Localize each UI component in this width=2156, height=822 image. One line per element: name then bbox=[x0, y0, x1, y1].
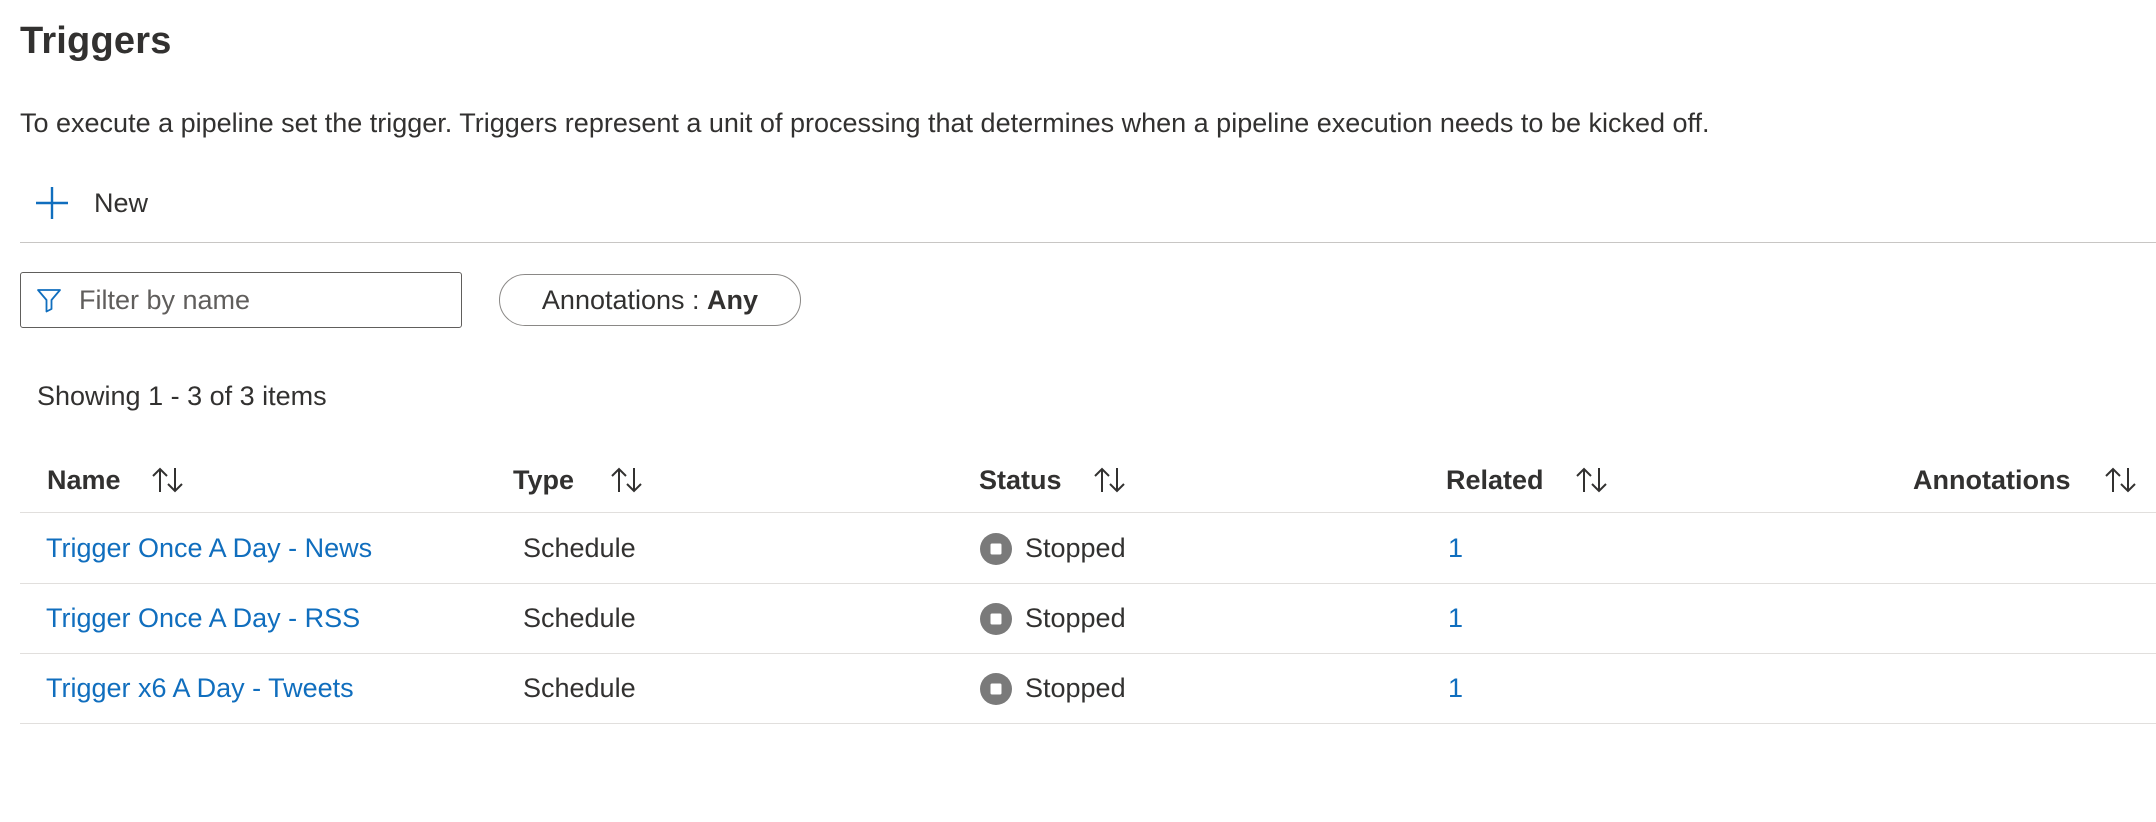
sort-icon bbox=[611, 467, 642, 493]
column-header-name[interactable]: Name bbox=[47, 448, 185, 512]
stopped-status-icon bbox=[980, 602, 1012, 635]
annotations-filter-label: Annotations : bbox=[541, 284, 708, 315]
table-row[interactable]: Trigger Once A Day - RSS Schedule Stoppe… bbox=[20, 584, 2156, 654]
new-trigger-button[interactable]: New bbox=[32, 178, 148, 228]
filter-icon bbox=[37, 289, 61, 313]
column-header-status-label: Status bbox=[979, 464, 1062, 495]
trigger-type: Schedule bbox=[523, 533, 636, 563]
trigger-name-link[interactable]: Trigger Once A Day - RSS bbox=[46, 603, 360, 634]
table-row[interactable]: Trigger x6 A Day - Tweets Schedule Stopp… bbox=[20, 654, 2156, 724]
stopped-status-icon bbox=[980, 532, 1012, 565]
toolbar-divider bbox=[20, 242, 2156, 243]
trigger-type: Schedule bbox=[523, 603, 636, 633]
table-header: Name Type Status Related Annotations bbox=[20, 448, 2156, 513]
annotations-filter-value: Any bbox=[707, 284, 759, 315]
trigger-name-link[interactable]: Trigger Once A Day - News bbox=[46, 533, 372, 564]
new-button-label: New bbox=[94, 187, 149, 218]
sort-icon bbox=[151, 467, 183, 493]
page-title: Triggers bbox=[20, 20, 172, 62]
items-count: Showing 1 - 3 of 3 items bbox=[37, 381, 327, 411]
column-header-type-label: Type bbox=[513, 464, 575, 495]
related-count-link[interactable]: 1 bbox=[1448, 603, 1463, 634]
related-count-link[interactable]: 1 bbox=[1448, 673, 1463, 704]
column-header-annotations[interactable]: Annotations bbox=[1913, 448, 2138, 512]
column-header-related-label: Related bbox=[1446, 464, 1544, 495]
column-header-type[interactable]: Type bbox=[513, 448, 644, 512]
plus-icon bbox=[36, 187, 68, 219]
column-header-related[interactable]: Related bbox=[1446, 448, 1609, 512]
stopped-status-icon bbox=[980, 672, 1012, 705]
annotations-filter-pill[interactable]: Annotations : Any bbox=[499, 274, 801, 326]
page-description: To execute a pipeline set the trigger. T… bbox=[20, 108, 1710, 138]
trigger-name-link[interactable]: Trigger x6 A Day - Tweets bbox=[46, 673, 354, 704]
sort-icon bbox=[1575, 467, 1607, 493]
trigger-status: Stopped bbox=[1025, 673, 1126, 703]
trigger-status: Stopped bbox=[1025, 533, 1126, 563]
trigger-status: Stopped bbox=[1025, 603, 1126, 633]
column-header-annotations-label: Annotations bbox=[1913, 464, 2071, 495]
column-header-name-label: Name bbox=[47, 464, 121, 495]
sort-icon bbox=[1093, 467, 1125, 493]
table-row[interactable]: Trigger Once A Day - News Schedule Stopp… bbox=[20, 514, 2156, 584]
filter-box[interactable] bbox=[20, 272, 462, 328]
related-count-link[interactable]: 1 bbox=[1448, 533, 1463, 564]
trigger-type: Schedule bbox=[523, 673, 636, 703]
sort-icon bbox=[2105, 467, 2137, 493]
filter-by-name-input[interactable] bbox=[77, 283, 451, 317]
column-header-status[interactable]: Status bbox=[979, 448, 1127, 512]
